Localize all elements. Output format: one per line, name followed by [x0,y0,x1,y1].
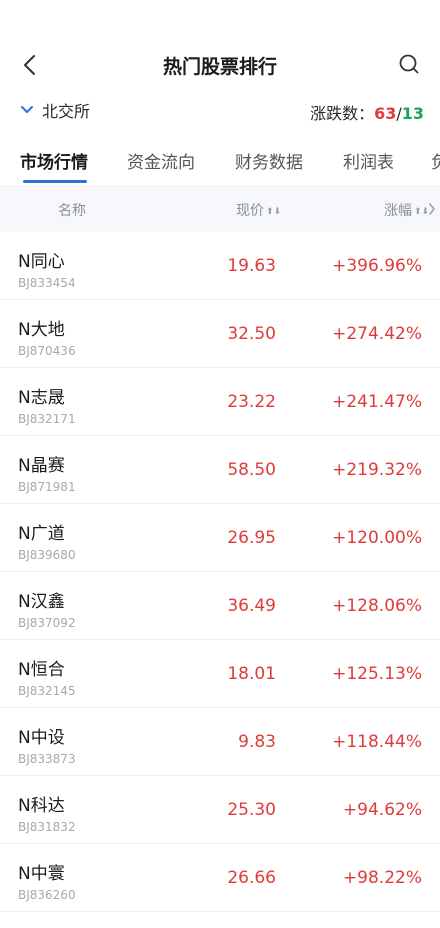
chevron-right-icon[interactable] [428,202,436,216]
stock-change: +118.44% [332,732,422,752]
stock-price: 18.01 [227,664,276,684]
stock-name: N广道 [18,524,65,544]
column-header: 名称 现价 ⬆⬇ 涨幅 ⬆⬇ [0,188,440,232]
page-title: 热门股票排行 [162,56,277,78]
table-row[interactable]: N中寰 BJ836260 26.66 +98.22% [0,844,440,912]
stock-code: BJ837092 [18,616,76,630]
stock-price: 58.50 [227,460,276,480]
stock-change: +396.96% [332,256,422,276]
tab-financial-data[interactable]: 财务数据 [235,148,303,173]
stock-price: 26.66 [227,868,276,888]
table-row[interactable]: N大地 BJ870436 32.50 +274.42% [0,300,440,368]
stock-change: +219.32% [332,460,422,480]
advance-decline-label: 涨跌数： [310,104,375,123]
stock-name: N中寰 [18,864,65,884]
active-tab-indicator [23,180,87,183]
table-row[interactable]: N同心 BJ833454 19.63 +396.96% [0,232,440,300]
stock-name: N大地 [18,320,65,340]
stock-change: +94.62% [342,800,422,820]
stock-code: BJ831832 [18,820,76,834]
table-row[interactable]: N广道 BJ839680 26.95 +120.00% [0,504,440,572]
stock-change: +241.47% [332,392,422,412]
stock-name: N志晟 [18,388,65,408]
header-change-sort[interactable]: 涨幅 ⬆⬇ [384,200,429,220]
stock-change: +120.00% [332,528,422,548]
stock-name: N恒合 [18,660,65,680]
sort-arrows-icon: ⬆⬇ [414,207,430,217]
table-row[interactable]: N科达 BJ831832 25.30 +94.62% [0,776,440,844]
market-bar: 北交所 涨跌数：63/13 [0,92,440,132]
market-selector[interactable]: 北交所 [20,98,90,122]
stock-price: 25.30 [227,800,276,820]
table-row[interactable]: N中设 BJ833873 9.83 +118.44% [0,708,440,776]
divider [0,186,440,187]
header-price-sort[interactable]: 现价 ⬆⬇ [236,200,281,220]
decline-count: 13 [401,104,424,123]
stock-code: BJ870436 [18,344,76,358]
header-name: 名称 [58,203,86,219]
stock-name: N汉鑫 [18,592,65,612]
stock-name: N科达 [18,796,65,816]
stock-code: BJ836260 [18,888,76,902]
stock-name: N晶赛 [18,456,65,476]
table-row[interactable]: N汉鑫 BJ837092 36.49 +128.06% [0,572,440,640]
stock-price: 32.50 [227,324,276,344]
header-price-label: 现价 [236,203,264,219]
tab-capital-flow[interactable]: 资金流向 [127,148,195,173]
table-row[interactable]: N恒合 BJ832145 18.01 +125.13% [0,640,440,708]
market-name: 北交所 [42,102,91,121]
tab-market-quotes[interactable]: 市场行情 [20,148,88,173]
stock-change: +128.06% [332,596,422,616]
stock-code: BJ832171 [18,412,76,426]
stock-price: 19.63 [227,256,276,276]
stock-code: BJ833873 [18,752,76,766]
stock-price: 9.83 [238,732,276,752]
stock-change: +98.22% [342,868,422,888]
advance-decline: 涨跌数：63/13 [310,100,424,124]
stock-name: N同心 [18,252,65,272]
tab-next-partial[interactable]: 负 [431,148,440,173]
chevron-down-icon [21,106,33,113]
stock-name: N中设 [18,728,65,748]
stock-price: 23.22 [227,392,276,412]
stock-list: N同心 BJ833454 19.63 +396.96% N大地 BJ870436… [0,232,440,912]
stock-change: +125.13% [332,664,422,684]
stock-change: +274.42% [332,324,422,344]
stock-code: BJ871981 [18,480,76,494]
advance-count: 63 [374,104,397,123]
tab-bar: 市场行情 资金流向 财务数据 利润表 负 [0,140,440,186]
header-change-label: 涨幅 [384,203,412,219]
nav-bar: 热门股票排行 [0,38,440,92]
tab-income-statement[interactable]: 利润表 [343,148,394,173]
stock-code: BJ832145 [18,684,76,698]
table-row[interactable]: N志晟 BJ832171 23.22 +241.47% [0,368,440,436]
stock-code: BJ839680 [18,548,76,562]
table-row[interactable]: N晶赛 BJ871981 58.50 +219.32% [0,436,440,504]
stock-price: 26.95 [227,528,276,548]
stock-price: 36.49 [227,596,276,616]
search-icon[interactable] [398,53,420,75]
stock-code: BJ833454 [18,276,76,290]
sort-arrows-icon: ⬆⬇ [266,207,282,217]
